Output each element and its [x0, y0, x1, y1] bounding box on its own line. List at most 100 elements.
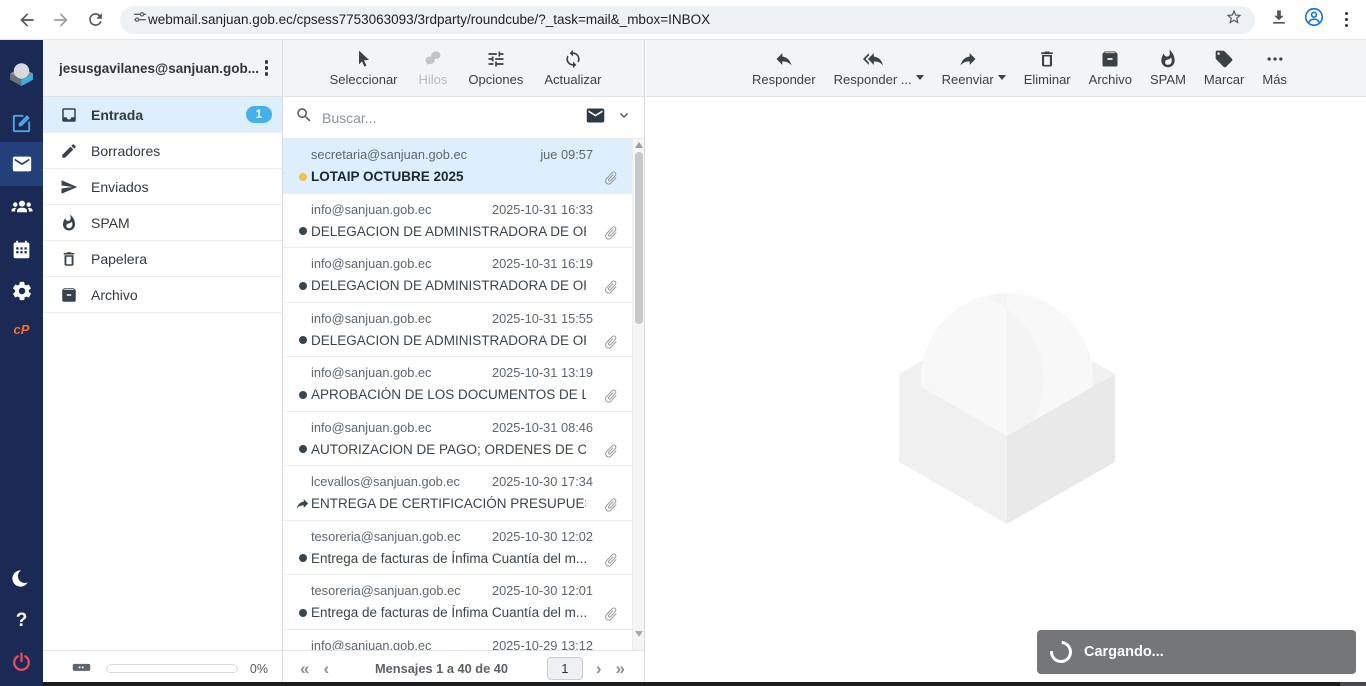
archive-button[interactable]: Archivo: [1089, 49, 1132, 87]
profile-icon[interactable]: [1303, 6, 1325, 33]
message-row[interactable]: info@sanjuan.gob.ec 2025-10-31 16:33 DEL…: [283, 194, 632, 249]
search-input[interactable]: [322, 110, 585, 126]
folder-trash[interactable]: Papelera: [43, 241, 282, 277]
attachment-icon: [603, 497, 619, 513]
tag-icon: [1214, 49, 1234, 69]
pagination-bar: « ‹ Mensajes 1 a 40 de 40 1 › »: [283, 650, 644, 686]
next-page-icon[interactable]: ›: [589, 660, 609, 677]
message-row[interactable]: lcevallos@sanjuan.gob.ec 2025-10-30 17:3…: [283, 466, 632, 521]
screen: webmail.sanjuan.gob.ec/cpsess7753063093/…: [0, 0, 1366, 686]
download-icon[interactable]: [1269, 7, 1289, 32]
message-status: [295, 173, 311, 181]
loading-toast: Cargando...: [1037, 630, 1356, 674]
message-subject: DELEGACION DE ADMINISTRADORA DE OR...: [311, 224, 586, 239]
flame-icon: [60, 214, 78, 232]
loading-text: Cargando...: [1084, 644, 1164, 660]
message-row[interactable]: tesoreria@sanjuan.gob.ec 2025-10-30 12:0…: [283, 575, 632, 630]
message-date: 2025-10-31 16:19: [492, 256, 593, 271]
forward-icon: [958, 49, 978, 69]
select-button[interactable]: Seleccionar: [330, 49, 398, 87]
account-menu-icon[interactable]: [259, 56, 275, 80]
scroll-up-icon[interactable]: [635, 142, 643, 148]
refresh-button[interactable]: Actualizar: [544, 49, 601, 87]
bottom-edge: [43, 682, 1366, 686]
options-button[interactable]: Opciones: [468, 49, 523, 87]
settings-gear-icon[interactable]: [0, 274, 43, 308]
url-bar[interactable]: webmail.sanjuan.gob.ec/cpsess7753063093/…: [120, 6, 1255, 34]
forward-icon[interactable]: [44, 3, 78, 37]
cpanel-icon[interactable]: cP: [0, 312, 43, 346]
list-scrollbar[interactable]: [632, 139, 644, 650]
reply-all-dropdown-icon[interactable]: [916, 75, 924, 80]
calendar-icon[interactable]: [0, 232, 43, 266]
spam-button[interactable]: SPAM: [1150, 49, 1186, 87]
url-text[interactable]: webmail.sanjuan.gob.ec/cpsess7753063093/…: [148, 12, 1225, 27]
search-options-chevron-icon[interactable]: [616, 107, 632, 128]
message-row[interactable]: info@sanjuan.gob.ec 2025-10-31 16:19 DEL…: [283, 248, 632, 303]
reply-all-button[interactable]: Responder ...: [834, 49, 912, 87]
folder-spam[interactable]: SPAM: [43, 205, 282, 241]
refresh-icon: [563, 49, 583, 69]
message-date: 2025-10-30 12:01: [492, 583, 593, 598]
folder-drafts[interactable]: Borradores: [43, 133, 282, 169]
message-subject: AUTORIZACION DE PAGO; ORDENES DE CO...: [311, 442, 586, 457]
scrollbar-thumb[interactable]: [635, 152, 643, 324]
status-dot-icon: [299, 609, 307, 617]
message-row[interactable]: tesoreria@sanjuan.gob.ec 2025-10-30 12:0…: [283, 521, 632, 576]
message-sender: info@sanjuan.gob.ec: [311, 365, 431, 380]
bookmark-star-icon[interactable]: [1225, 8, 1243, 31]
compose-icon[interactable]: [0, 106, 43, 140]
folder-list: Entrada 1 Borradores Enviados SPAM Papel…: [43, 97, 282, 313]
last-page-icon[interactable]: »: [609, 660, 632, 677]
message-sender: lcevallos@sanjuan.gob.ec: [311, 474, 460, 489]
message-list-pane: Seleccionar Hilos Opciones Actualizar: [283, 40, 645, 686]
message-row[interactable]: info@sanjuan.gob.ec 2025-10-31 13:19 APR…: [283, 357, 632, 412]
message-toolbar: Responder Responder ... Reenviar: [646, 40, 1366, 97]
browser-menu-icon[interactable]: [1339, 8, 1355, 32]
logout-power-icon[interactable]: [0, 645, 43, 679]
message-date: 2025-10-30 17:34: [492, 474, 593, 489]
message-row[interactable]: secretaria@sanjuan.gob.ec jue 09:57 LOTA…: [283, 139, 632, 194]
message-status: [295, 336, 311, 344]
message-row[interactable]: info@sanjuan.gob.ec 2025-10-29 13:12: [283, 630, 632, 651]
sliders-icon: [486, 49, 506, 69]
mail-icon[interactable]: [0, 142, 43, 186]
trash-icon: [60, 250, 78, 268]
mark-button[interactable]: Marcar: [1204, 49, 1244, 87]
message-status: [295, 609, 311, 617]
attachment-icon: [603, 334, 619, 350]
message-sender: secretaria@sanjuan.gob.ec: [311, 147, 467, 162]
contacts-icon[interactable]: [0, 190, 43, 224]
back-icon[interactable]: [10, 3, 44, 37]
status-dot-icon: [299, 391, 307, 399]
folder-inbox[interactable]: Entrada 1: [43, 97, 282, 133]
message-date: 2025-10-29 13:12: [492, 638, 593, 651]
attachment-icon: [603, 279, 619, 295]
message-sender: info@sanjuan.gob.ec: [311, 256, 431, 271]
reload-icon[interactable]: [78, 3, 112, 37]
folder-archive[interactable]: Archivo: [43, 277, 282, 313]
folder-sent[interactable]: Enviados: [43, 169, 282, 205]
first-page-icon[interactable]: «: [293, 660, 316, 677]
forward-button[interactable]: Reenviar: [942, 49, 994, 87]
prev-page-icon[interactable]: ‹: [316, 660, 336, 677]
more-button[interactable]: Más: [1262, 49, 1287, 87]
message-row[interactable]: info@sanjuan.gob.ec 2025-10-31 15:55 DEL…: [283, 303, 632, 358]
send-icon: [60, 178, 78, 196]
browser-chrome: webmail.sanjuan.gob.ec/cpsess7753063093/…: [0, 0, 1366, 40]
delete-button[interactable]: Eliminar: [1024, 49, 1071, 87]
reply-button[interactable]: Responder: [752, 49, 816, 87]
message-row[interactable]: info@sanjuan.gob.ec 2025-10-31 08:46 AUT…: [283, 412, 632, 467]
search-scope-mail-icon[interactable]: [585, 105, 606, 131]
scroll-down-icon[interactable]: [635, 631, 643, 637]
site-security-icon[interactable]: [132, 9, 148, 30]
message-date: jue 09:57: [540, 147, 593, 162]
help-icon[interactable]: ?: [0, 604, 43, 638]
dark-mode-moon-icon[interactable]: [0, 561, 43, 595]
disk-icon: [71, 656, 92, 682]
forward-dropdown-icon[interactable]: [998, 75, 1006, 80]
message-subject: DELEGACION DE ADMINISTRADORA DE OR...: [311, 333, 586, 348]
message-date: 2025-10-31 13:19: [492, 365, 593, 380]
spinner-icon: [1046, 637, 1077, 668]
page-number-box[interactable]: 1: [547, 657, 583, 680]
